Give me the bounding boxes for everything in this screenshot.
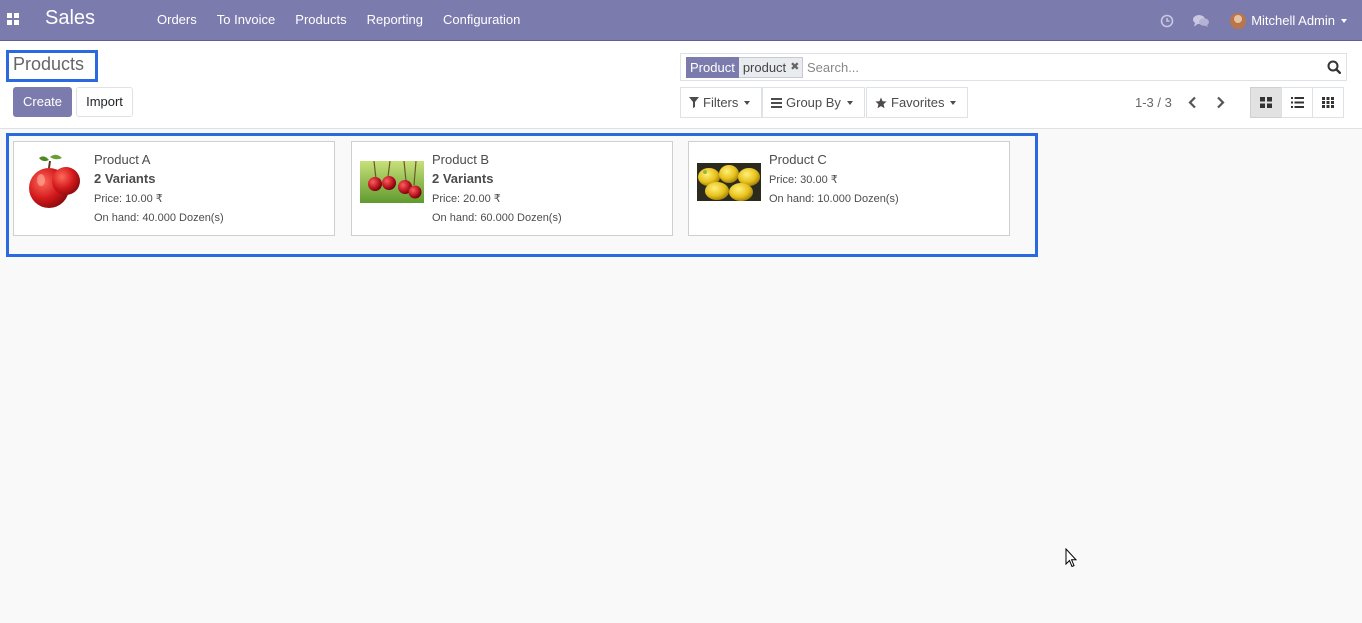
group-by-label: Group By — [786, 95, 841, 110]
funnel-icon — [689, 97, 699, 108]
create-button[interactable]: Create — [13, 87, 72, 117]
top-navbar: Sales Orders To Invoice Products Reporti… — [0, 0, 1362, 41]
mangoes-image — [697, 163, 761, 204]
clock-icon[interactable] — [1150, 0, 1184, 41]
card-body: Product C Price: 30.00 ₹ On hand: 10.000… — [769, 152, 899, 206]
apple-image — [22, 152, 86, 215]
menu-item-orders[interactable]: Orders — [147, 0, 207, 41]
menu-item-configuration[interactable]: Configuration — [433, 0, 530, 41]
product-name: Product C — [769, 152, 827, 167]
app-brand[interactable]: Sales — [45, 7, 95, 30]
product-name: Product B — [432, 152, 490, 167]
facet-value: product — [742, 60, 787, 75]
menu-item-products[interactable]: Products — [285, 0, 356, 41]
pager-value[interactable]: 1-3 / 3 — [1135, 95, 1172, 110]
caret-down-icon — [1341, 18, 1347, 23]
product-variants: 2 Variants — [94, 171, 156, 186]
cherries-image — [360, 160, 424, 206]
product-price: Price: 30.00 ₹ — [769, 174, 838, 186]
product-variants: 2 Variants — [432, 171, 494, 186]
apps-grid-icon[interactable] — [7, 13, 19, 25]
grid-view-icon[interactable] — [1312, 87, 1344, 118]
kanban-card-product-c[interactable]: Product C Price: 30.00 ₹ On hand: 10.000… — [688, 141, 1010, 236]
star-icon — [875, 97, 887, 108]
kanban-card-product-a[interactable]: Product A 2 Variants Price: 10.00 ₹ On h… — [13, 141, 335, 236]
card-body: Product B 2 Variants Price: 20.00 ₹ On h… — [432, 152, 562, 225]
view-switcher — [1250, 87, 1344, 118]
kanban-view-icon[interactable] — [1250, 87, 1282, 118]
menu-item-to-invoice[interactable]: To Invoice — [207, 0, 286, 41]
search-input[interactable] — [807, 57, 1317, 78]
kanban-card-product-b[interactable]: Product B 2 Variants Price: 20.00 ₹ On h… — [351, 141, 673, 236]
list-bars-icon — [771, 97, 782, 108]
menu-item-reporting[interactable]: Reporting — [357, 0, 433, 41]
list-view-icon[interactable] — [1281, 87, 1313, 118]
breadcrumb-highlight: Products — [6, 50, 98, 82]
search-icon[interactable] — [1327, 60, 1341, 74]
caret-down-icon — [846, 100, 853, 105]
product-on-hand: On hand: 40.000 Dozen(s) — [94, 212, 224, 224]
facet-value-box: product ✖ — [738, 57, 804, 78]
search-facet: Product product ✖ — [686, 57, 804, 78]
user-name: Mitchell Admin — [1251, 13, 1335, 28]
caret-down-icon — [950, 100, 957, 105]
main-menu: Orders To Invoice Products Reporting Con… — [147, 0, 530, 41]
filters-label: Filters — [703, 95, 739, 110]
chat-icon[interactable] — [1184, 0, 1218, 41]
facet-label: Product — [686, 57, 739, 78]
product-on-hand: On hand: 60.000 Dozen(s) — [432, 212, 562, 224]
page-title: Products — [13, 54, 85, 74]
favorites-label: Favorites — [891, 95, 945, 110]
chevron-right-icon[interactable] — [1211, 94, 1229, 110]
product-price: Price: 20.00 ₹ — [432, 193, 501, 205]
import-button[interactable]: Import — [76, 87, 133, 117]
product-on-hand: On hand: 10.000 Dozen(s) — [769, 193, 899, 205]
card-body: Product A 2 Variants Price: 10.00 ₹ On h… — [94, 152, 224, 225]
control-panel: Products Create Import Product product ✖… — [0, 41, 1362, 129]
chevron-left-icon[interactable] — [1183, 94, 1201, 110]
search-bar: Product product ✖ — [680, 53, 1347, 81]
user-menu[interactable]: Mitchell Admin — [1218, 0, 1362, 41]
caret-down-icon — [744, 100, 751, 105]
filters-dropdown[interactable]: Filters — [680, 87, 762, 118]
avatar — [1230, 12, 1247, 29]
product-price: Price: 10.00 ₹ — [94, 193, 163, 205]
systray: Mitchell Admin — [1150, 0, 1362, 41]
product-name: Product A — [94, 152, 151, 167]
mouse-cursor-icon — [1065, 547, 1078, 571]
group-by-dropdown[interactable]: Group By — [762, 87, 865, 118]
close-icon[interactable]: ✖ — [790, 58, 799, 77]
favorites-dropdown[interactable]: Favorites — [866, 87, 968, 118]
